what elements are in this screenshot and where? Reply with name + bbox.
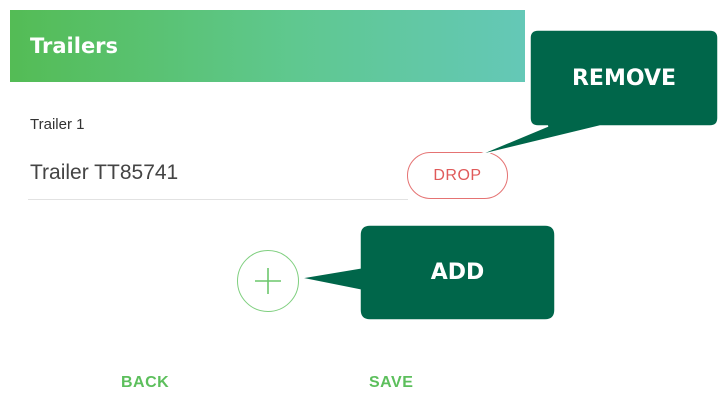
page-title: Trailers	[30, 34, 119, 58]
trailer-field-underline	[28, 199, 408, 200]
plus-icon	[255, 268, 281, 294]
callout-remove-label: REMOVE	[571, 65, 677, 91]
add-trailer-button[interactable]	[237, 250, 299, 312]
app-screen: Trailers Trailer 1 Trailer TT85741 DROP …	[0, 0, 718, 394]
drop-button-label: DROP	[433, 166, 482, 184]
callout-add-label: ADD	[430, 260, 485, 285]
trailer-field-label: Trailer 1	[30, 116, 85, 133]
screen-header: Trailers	[10, 10, 525, 82]
save-button[interactable]: SAVE	[369, 374, 413, 392]
back-button[interactable]: BACK	[121, 374, 169, 392]
drop-button[interactable]: DROP	[407, 152, 508, 199]
trailer-field-value[interactable]: Trailer TT85741	[30, 161, 178, 185]
